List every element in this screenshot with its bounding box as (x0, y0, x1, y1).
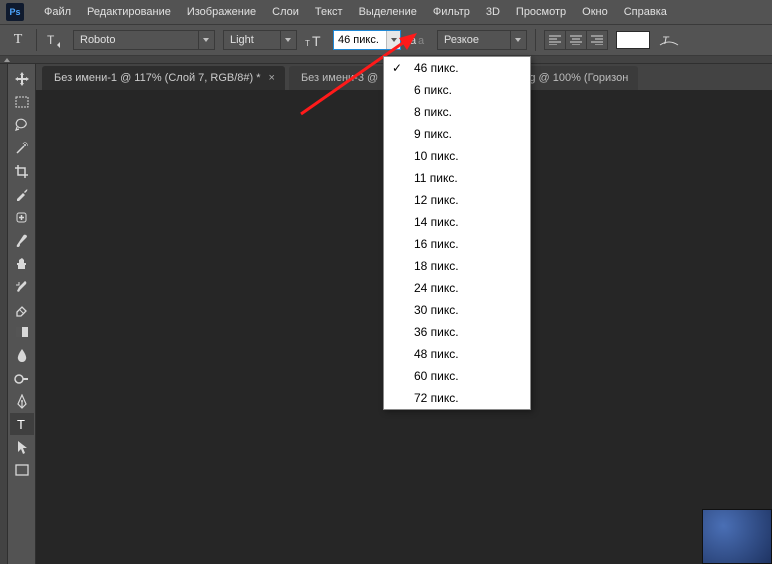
svg-text:T: T (312, 33, 321, 48)
font-size-option[interactable]: 72 пикс. (384, 387, 530, 409)
menu-file[interactable]: Файл (36, 2, 79, 22)
menu-3d[interactable]: 3D (478, 2, 508, 22)
font-size-option[interactable]: 18 пикс. (384, 255, 530, 277)
font-size-option[interactable]: 6 пикс. (384, 79, 530, 101)
svg-text:T: T (47, 33, 55, 47)
pen-tool[interactable] (10, 390, 34, 412)
svg-text:T: T (17, 417, 25, 431)
font-size-option[interactable]: 46 пикс. (384, 57, 530, 79)
clone-stamp-tool[interactable] (10, 252, 34, 274)
font-family-input[interactable] (74, 34, 198, 46)
toolbox: T (8, 64, 36, 564)
font-size-option[interactable]: 9 пикс. (384, 123, 530, 145)
path-selection-tool[interactable] (10, 436, 34, 458)
app-logo: Ps (6, 3, 24, 21)
menu-view[interactable]: Просмотр (508, 2, 574, 22)
font-size-option[interactable]: 10 пикс. (384, 145, 530, 167)
magic-wand-tool[interactable] (10, 137, 34, 159)
font-size-dropdown-menu[interactable]: 46 пикс. 6 пикс. 8 пикс. 9 пикс. 10 пикс… (383, 56, 531, 410)
align-right-button[interactable] (587, 31, 607, 49)
align-left-button[interactable] (545, 31, 565, 49)
font-style-selector[interactable] (223, 30, 297, 50)
menu-text[interactable]: Текст (307, 2, 351, 22)
font-size-icon: TT (305, 31, 325, 49)
font-style-dropdown-button[interactable] (280, 31, 294, 49)
menu-bar: Ps Файл Редактирование Изображение Слои … (0, 0, 772, 24)
font-size-input[interactable] (334, 34, 386, 46)
crop-tool[interactable] (10, 160, 34, 182)
font-size-option[interactable]: 8 пикс. (384, 101, 530, 123)
healing-brush-tool[interactable] (10, 206, 34, 228)
svg-text:T: T (305, 39, 310, 48)
warp-text-button[interactable]: T (658, 31, 680, 49)
move-tool[interactable] (10, 68, 34, 90)
document-tab[interactable]: Без имени-1 @ 117% (Слой 7, RGB/8#) * × (42, 66, 285, 90)
tool-preset-button[interactable]: T (8, 30, 28, 50)
menu-window[interactable]: Окно (574, 2, 616, 22)
brush-tool[interactable] (10, 229, 34, 251)
text-orientation-toggle[interactable]: T (45, 31, 65, 49)
tab-close-button[interactable]: × (269, 72, 275, 84)
align-center-button[interactable] (566, 31, 586, 49)
dodge-tool[interactable] (10, 367, 34, 389)
divider (36, 29, 37, 51)
font-size-option[interactable]: 14 пикс. (384, 211, 530, 233)
divider (535, 29, 536, 51)
font-family-dropdown-button[interactable] (198, 31, 212, 49)
history-brush-tool[interactable] (10, 275, 34, 297)
text-color-swatch[interactable] (616, 31, 650, 49)
font-family-selector[interactable] (73, 30, 215, 50)
font-size-option[interactable]: 30 пикс. (384, 299, 530, 321)
text-align-group (544, 30, 608, 50)
tab-label: Без имени-3 @ (301, 72, 378, 84)
document-thumbnail[interactable] (702, 509, 772, 564)
font-size-option[interactable]: 16 пикс. (384, 233, 530, 255)
font-size-selector[interactable] (333, 30, 401, 50)
font-size-option[interactable]: 48 пикс. (384, 343, 530, 365)
font-size-option[interactable]: 36 пикс. (384, 321, 530, 343)
antialias-dropdown-button[interactable] (510, 31, 524, 49)
antialias-selector[interactable] (437, 30, 527, 50)
menu-help[interactable]: Справка (616, 2, 675, 22)
svg-text:T: T (662, 35, 670, 47)
marquee-tool[interactable] (10, 91, 34, 113)
menu-edit[interactable]: Редактирование (79, 2, 179, 22)
left-edge-strip (0, 64, 8, 564)
font-size-option[interactable]: 11 пикс. (384, 167, 530, 189)
blur-tool[interactable] (10, 344, 34, 366)
menu-image[interactable]: Изображение (179, 2, 264, 22)
font-size-option[interactable]: 12 пикс. (384, 189, 530, 211)
eyedropper-tool[interactable] (10, 183, 34, 205)
svg-text:a: a (410, 35, 417, 47)
menu-select[interactable]: Выделение (351, 2, 425, 22)
type-tool[interactable]: T (10, 413, 34, 435)
menu-filter[interactable]: Фильтр (425, 2, 478, 22)
font-size-option[interactable]: 60 пикс. (384, 365, 530, 387)
font-size-dropdown-button[interactable] (386, 31, 400, 49)
gradient-tool[interactable] (10, 321, 34, 343)
rectangle-tool[interactable] (10, 459, 34, 481)
lasso-tool[interactable] (10, 114, 34, 136)
menu-layers[interactable]: Слои (264, 2, 307, 22)
eraser-tool[interactable] (10, 298, 34, 320)
antialias-input[interactable] (438, 34, 510, 46)
options-bar: T T TT aa T (0, 24, 772, 56)
svg-text:a: a (418, 35, 425, 47)
antialias-icon: aa (409, 31, 429, 49)
font-size-option[interactable]: 24 пикс. (384, 277, 530, 299)
tab-label: Без имени-1 @ 117% (Слой 7, RGB/8#) * (54, 72, 261, 84)
font-style-input[interactable] (224, 34, 280, 46)
